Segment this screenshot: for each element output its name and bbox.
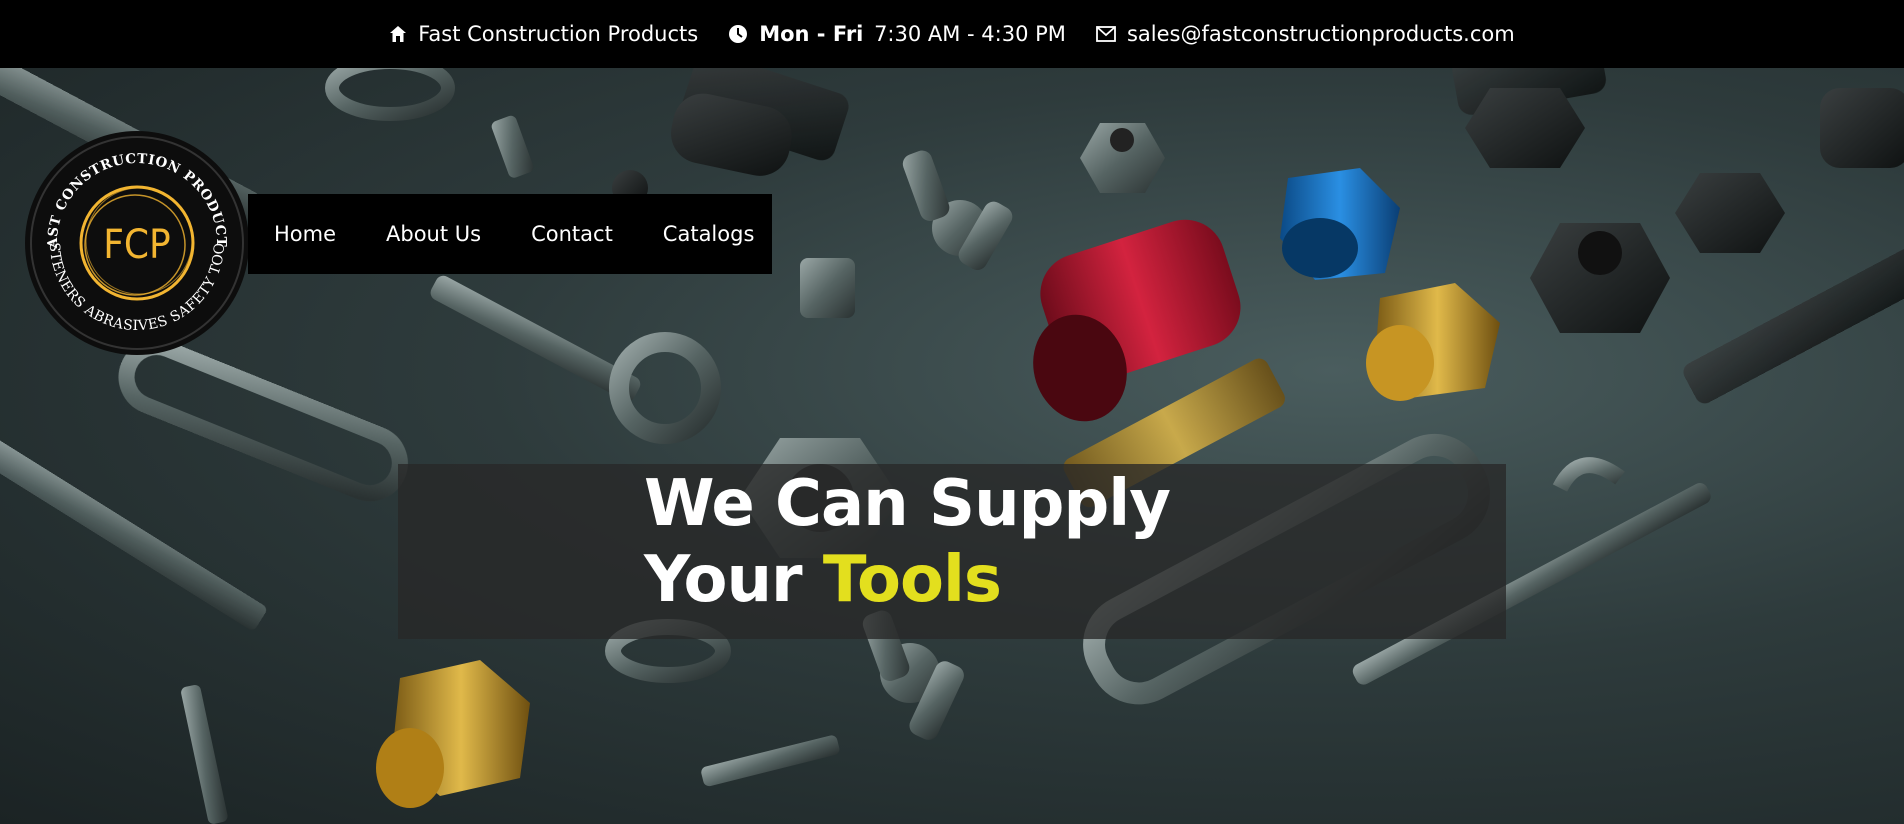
business-days: Mon - Fri bbox=[759, 22, 864, 46]
home-icon bbox=[390, 26, 407, 42]
clock-icon bbox=[729, 25, 748, 43]
mail-icon bbox=[1096, 26, 1116, 42]
logo-initials: FCP bbox=[103, 222, 171, 268]
nav-contact[interactable]: Contact bbox=[531, 222, 613, 246]
company-info: Fast Construction Products bbox=[389, 22, 698, 46]
hero-headline: We Can Supply Your Tools bbox=[644, 466, 1171, 618]
nav-about-us[interactable]: About Us bbox=[386, 222, 481, 246]
business-hours: 7:30 AM - 4:30 PM bbox=[874, 22, 1066, 46]
email-link[interactable]: sales@fastconstructionproducts.com bbox=[1127, 22, 1515, 46]
top-info-bar: Fast Construction Products Mon - Fri 7:3… bbox=[0, 0, 1904, 68]
headline-line2-prefix: Your bbox=[644, 543, 823, 617]
email-info[interactable]: sales@fastconstructionproducts.com bbox=[1096, 22, 1515, 46]
headline-accent: Tools bbox=[822, 543, 1002, 617]
fcp-logo[interactable]: FAST CONSTRUCTION PRODUCTS FASTENERS ABR… bbox=[22, 128, 252, 358]
main-nav: Home About Us Contact Catalogs bbox=[248, 194, 772, 274]
hardware-background-image bbox=[0, 68, 1904, 824]
hero-section: FAST CONSTRUCTION PRODUCTS FASTENERS ABR… bbox=[0, 68, 1904, 824]
hours-info: Mon - Fri 7:30 AM - 4:30 PM bbox=[728, 22, 1066, 46]
nav-catalogs[interactable]: Catalogs bbox=[663, 222, 755, 246]
company-name: Fast Construction Products bbox=[418, 22, 699, 46]
nav-home[interactable]: Home bbox=[274, 222, 336, 246]
headline-line1: We Can Supply bbox=[644, 467, 1171, 541]
